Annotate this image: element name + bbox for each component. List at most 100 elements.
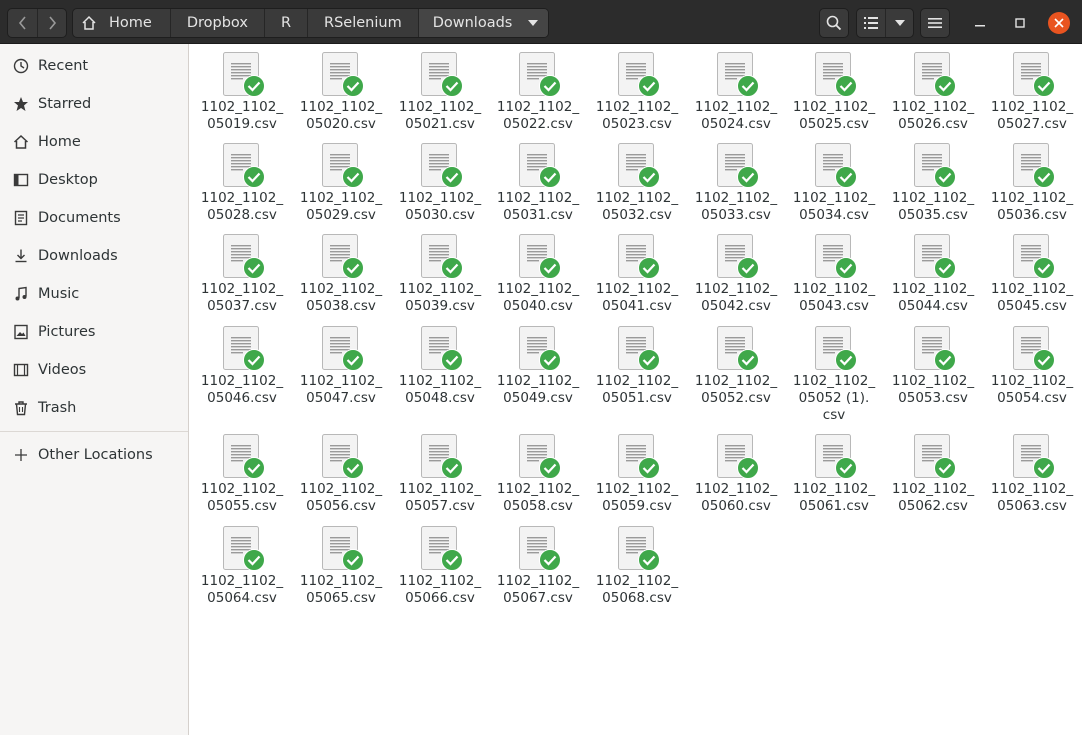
file-item[interactable]: 1102_1102_ 05058.csv bbox=[489, 434, 587, 515]
file-item[interactable]: 1102_1102_ 05062.csv bbox=[884, 434, 982, 515]
sidebar-item-home[interactable]: Home bbox=[0, 124, 188, 160]
file-item[interactable]: 1102_1102_ 05035.csv bbox=[884, 143, 982, 224]
file-item[interactable]: 1102_1102_ 05039.csv bbox=[391, 234, 489, 315]
sidebar-item-pictures[interactable]: Pictures bbox=[0, 314, 188, 350]
sidebar-item-videos[interactable]: Videos bbox=[0, 352, 188, 388]
file-item[interactable]: 1102_1102_ 05042.csv bbox=[687, 234, 785, 315]
file-item[interactable]: 1102_1102_ 05046.csv bbox=[193, 326, 291, 407]
file-item[interactable]: 1102_1102_ 05036.csv bbox=[983, 143, 1081, 224]
file-item[interactable]: 1102_1102_ 05065.csv bbox=[292, 526, 390, 607]
file-name-line: 05044.csv bbox=[898, 298, 968, 314]
file-item[interactable]: 1102_1102_ 05040.csv bbox=[489, 234, 587, 315]
file-item[interactable]: 1102_1102_ 05045.csv bbox=[983, 234, 1081, 315]
file-name-line: 1102_1102_ bbox=[200, 573, 284, 589]
file-item[interactable]: 1102_1102_ 05037.csv bbox=[193, 234, 291, 315]
file-item[interactable]: 1102_1102_ 05056.csv bbox=[292, 434, 390, 515]
file-item[interactable]: 1102_1102_ 05028.csv bbox=[193, 143, 291, 224]
file-item[interactable]: 1102_1102_ 05047.csv bbox=[292, 326, 390, 407]
sidebar-item-recent[interactable]: Recent bbox=[0, 48, 188, 84]
file-item[interactable]: 1102_1102_ 05031.csv bbox=[489, 143, 587, 224]
file-item[interactable]: 1102_1102_ 05019.csv bbox=[193, 52, 291, 133]
main-menu-button[interactable] bbox=[920, 8, 950, 38]
file-item[interactable]: 1102_1102_ 05043.csv bbox=[785, 234, 883, 315]
file-item[interactable]: 1102_1102_ 05055.csv bbox=[193, 434, 291, 515]
maximize-button[interactable] bbox=[1009, 12, 1031, 34]
file-item[interactable]: 1102_1102_ 05067.csv bbox=[489, 526, 587, 607]
file-item[interactable]: 1102_1102_ 05034.csv bbox=[785, 143, 883, 224]
file-name-line: 05055.csv bbox=[207, 498, 277, 514]
view-options-button[interactable] bbox=[885, 9, 913, 37]
file-item[interactable]: 1102_1102_ 05052.csv bbox=[687, 326, 785, 407]
file-item[interactable]: 1102_1102_ 05044.csv bbox=[884, 234, 982, 315]
file-item[interactable]: 1102_1102_ 05041.csv bbox=[588, 234, 686, 315]
synced-checkmark-icon bbox=[1033, 457, 1055, 479]
file-item[interactable]: 1102_1102_ 05051.csv bbox=[588, 326, 686, 407]
breadcrumb-downloads[interactable]: Downloads bbox=[418, 9, 549, 37]
file-item[interactable]: 1102_1102_ 05066.csv bbox=[391, 526, 489, 607]
spreadsheet-file-icon bbox=[518, 52, 561, 98]
sidebar-item-desktop[interactable]: Desktop bbox=[0, 162, 188, 198]
file-item[interactable]: 1102_1102_ 05022.csv bbox=[489, 52, 587, 133]
file-name-line: 05054.csv bbox=[997, 390, 1067, 406]
file-item[interactable]: 1102_1102_ 05027.csv bbox=[983, 52, 1081, 133]
dropdown-arrow-icon[interactable] bbox=[528, 20, 539, 26]
file-item[interactable]: 1102_1102_ 05059.csv bbox=[588, 434, 686, 515]
file-item[interactable]: 1102_1102_ 05026.csv bbox=[884, 52, 982, 133]
sidebar-item-music[interactable]: Music bbox=[0, 276, 188, 312]
file-item[interactable]: 1102_1102_ 05063.csv bbox=[983, 434, 1081, 515]
file-item[interactable]: 1102_1102_ 05024.csv bbox=[687, 52, 785, 133]
file-item[interactable]: 1102_1102_ 05048.csv bbox=[391, 326, 489, 407]
file-item[interactable]: 1102_1102_ 05053.csv bbox=[884, 326, 982, 407]
spreadsheet-file-icon bbox=[814, 143, 857, 189]
file-name: 1102_1102_ 05059.csv bbox=[589, 481, 685, 515]
file-item[interactable]: 1102_1102_ 05020.csv bbox=[292, 52, 390, 133]
file-item[interactable]: 1102_1102_ 05060.csv bbox=[687, 434, 785, 515]
file-name-line: 1102_1102_ bbox=[299, 281, 383, 297]
list-view-button[interactable] bbox=[857, 9, 885, 37]
file-name: 1102_1102_ 05054.csv bbox=[984, 373, 1080, 407]
sidebar-item-downloads[interactable]: Downloads bbox=[0, 238, 188, 274]
synced-checkmark-icon bbox=[934, 75, 956, 97]
file-name-line: 05065.csv bbox=[306, 590, 376, 606]
minimize-button[interactable] bbox=[969, 12, 991, 34]
file-item[interactable]: 1102_1102_ 05030.csv bbox=[391, 143, 489, 224]
file-item[interactable]: 1102_1102_ 05023.csv bbox=[588, 52, 686, 133]
file-item[interactable]: 1102_1102_ 05029.csv bbox=[292, 143, 390, 224]
file-name: 1102_1102_ 05044.csv bbox=[885, 281, 981, 315]
file-item[interactable]: 1102_1102_ 05057.csv bbox=[391, 434, 489, 515]
file-name-line: 1102_1102_ bbox=[496, 373, 580, 389]
sidebar-item-trash[interactable]: Trash bbox=[0, 390, 188, 426]
breadcrumb-home[interactable]: Home bbox=[73, 9, 171, 37]
header-bar: Home Dropbox R RSelenium Downloads bbox=[0, 0, 1082, 44]
breadcrumb-dropbox[interactable]: Dropbox bbox=[171, 9, 265, 37]
file-item[interactable]: 1102_1102_ 05021.csv bbox=[391, 52, 489, 133]
file-name-line: 1102_1102_ bbox=[990, 481, 1074, 497]
sidebar-item-other-locations[interactable]: Other Locations bbox=[0, 437, 188, 473]
file-item[interactable]: 1102_1102_ 05025.csv bbox=[785, 52, 883, 133]
close-button[interactable] bbox=[1048, 12, 1070, 34]
sidebar-item-documents[interactable]: Documents bbox=[0, 200, 188, 236]
back-button[interactable] bbox=[8, 9, 37, 37]
sidebar-item-label: Recent bbox=[38, 58, 89, 74]
file-item[interactable]: 1102_1102_ 05061.csv bbox=[785, 434, 883, 515]
spreadsheet-file-icon bbox=[420, 143, 463, 189]
file-item[interactable]: 1102_1102_ 05032.csv bbox=[588, 143, 686, 224]
breadcrumb-r[interactable]: R bbox=[265, 9, 309, 37]
file-name-line: 1102_1102_ bbox=[595, 281, 679, 297]
file-item[interactable]: 1102_1102_ 05054.csv bbox=[983, 326, 1081, 407]
file-item[interactable]: 1102_1102_ 05033.csv bbox=[687, 143, 785, 224]
file-item[interactable]: 1102_1102_ 05052 (1). csv bbox=[785, 326, 883, 424]
file-name: 1102_1102_ 05037.csv bbox=[194, 281, 290, 315]
sidebar-item-starred[interactable]: Starred bbox=[0, 86, 188, 122]
file-item[interactable]: 1102_1102_ 05049.csv bbox=[489, 326, 587, 407]
file-item[interactable]: 1102_1102_ 05038.csv bbox=[292, 234, 390, 315]
spreadsheet-file-icon bbox=[814, 234, 857, 280]
synced-checkmark-icon bbox=[243, 75, 265, 97]
file-name-line: 1102_1102_ bbox=[990, 190, 1074, 206]
file-item[interactable]: 1102_1102_ 05064.csv bbox=[193, 526, 291, 607]
file-name: 1102_1102_ 05026.csv bbox=[885, 99, 981, 133]
search-button[interactable] bbox=[819, 8, 849, 38]
forward-button[interactable] bbox=[37, 9, 66, 37]
breadcrumb-rselenium[interactable]: RSelenium bbox=[308, 9, 419, 37]
file-item[interactable]: 1102_1102_ 05068.csv bbox=[588, 526, 686, 607]
